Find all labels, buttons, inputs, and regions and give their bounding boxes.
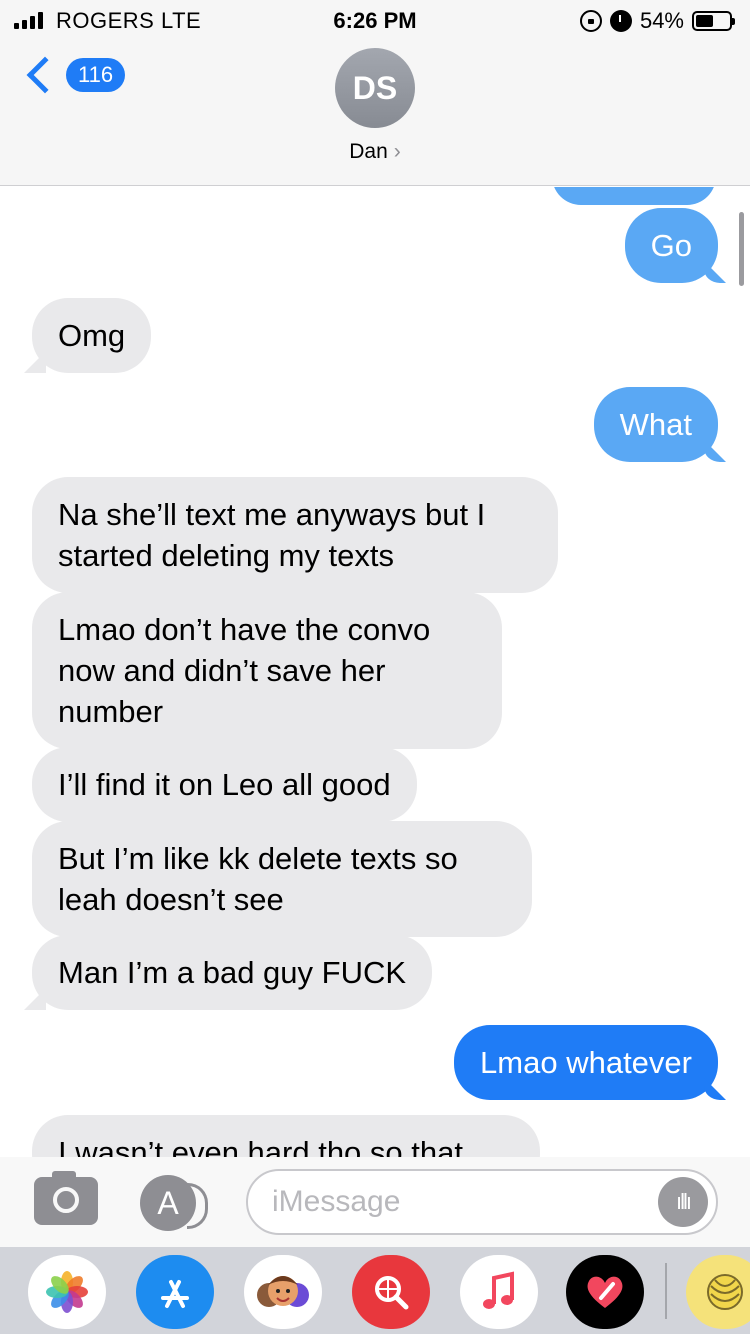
app-store-icon[interactable] <box>136 1255 214 1329</box>
camera-icon[interactable] <box>34 1171 98 1225</box>
message-text: Man I’m a bad guy FUCK <box>58 955 407 990</box>
message-bubble-sent[interactable]: What <box>593 387 718 462</box>
message-text: Na she’ll text me anyways but I started … <box>58 497 486 573</box>
battery-icon <box>692 11 735 31</box>
message-text: But I’m like kk delete texts so leah doe… <box>58 841 458 917</box>
memoji-icon[interactable] <box>244 1255 322 1329</box>
chevron-left-icon <box>26 56 64 94</box>
web-search-icon[interactable] <box>352 1255 430 1329</box>
message-text: What <box>619 407 692 442</box>
chevron-right-icon: › <box>393 140 401 163</box>
message-bubble-sent[interactable]: Lmao whatever <box>454 1025 718 1100</box>
message-bubble-received[interactable]: I wasn’t even hard tho so that <box>32 1115 540 1157</box>
message-thread[interactable]: Go Omg What Na she’ll text me anyways bu… <box>0 187 750 1157</box>
music-icon[interactable] <box>460 1255 538 1329</box>
status-bar: ROGERS LTE 6:26 PM 54% <box>0 0 750 42</box>
stickers-icon[interactable] <box>686 1255 750 1329</box>
message-text: Lmao don’t have the convo now and didn’t… <box>58 612 431 729</box>
digital-touch-icon[interactable] <box>566 1255 644 1329</box>
contact-name: Dan <box>349 140 388 163</box>
message-text: I’ll find it on Leo all good <box>58 767 391 802</box>
message-bubble-received[interactable]: But I’m like kk delete texts so leah doe… <box>32 821 532 937</box>
app-drawer <box>0 1247 750 1334</box>
contact-name-button[interactable]: Dan › <box>0 140 750 164</box>
imessage-input[interactable]: iMessage ıllı <box>246 1169 718 1235</box>
compose-bar: A iMessage ıllı <box>0 1157 750 1247</box>
orientation-lock-icon <box>579 10 602 32</box>
imessage-placeholder: iMessage <box>272 1185 401 1218</box>
message-bubble-sent[interactable]: Go <box>624 208 718 283</box>
message-text: I wasn’t even hard tho so that <box>58 1135 463 1157</box>
unread-count-badge: 116 <box>66 58 126 92</box>
message-bubble-received[interactable]: Lmao don’t have the convo now and didn’t… <box>32 592 502 749</box>
drawer-divider <box>665 1263 667 1319</box>
photos-app-icon[interactable] <box>28 1255 106 1329</box>
scrollbar[interactable] <box>739 212 744 286</box>
message-bubble-received[interactable]: Omg <box>32 298 152 373</box>
alarm-icon <box>609 10 632 32</box>
message-bubble-received[interactable]: I’ll find it on Leo all good <box>32 747 417 822</box>
audio-message-icon[interactable]: ıllı <box>658 1177 708 1227</box>
message-bubble-received[interactable]: Man I’m a bad guy FUCK <box>32 935 433 1010</box>
battery-percent: 54% <box>639 8 684 33</box>
message-text: Omg <box>58 318 126 353</box>
app-store-toggle-icon[interactable]: A <box>140 1175 208 1231</box>
conversation-header: 116 DS Dan › <box>0 42 750 186</box>
contact-avatar[interactable]: DS <box>335 48 415 128</box>
message-text: Go <box>650 228 692 263</box>
message-text: Lmao whatever <box>480 1045 692 1080</box>
message-bubble-received[interactable]: Na she’ll text me anyways but I started … <box>32 477 558 593</box>
message-bubble-partial <box>552 187 716 205</box>
back-button[interactable]: 116 <box>22 56 126 94</box>
